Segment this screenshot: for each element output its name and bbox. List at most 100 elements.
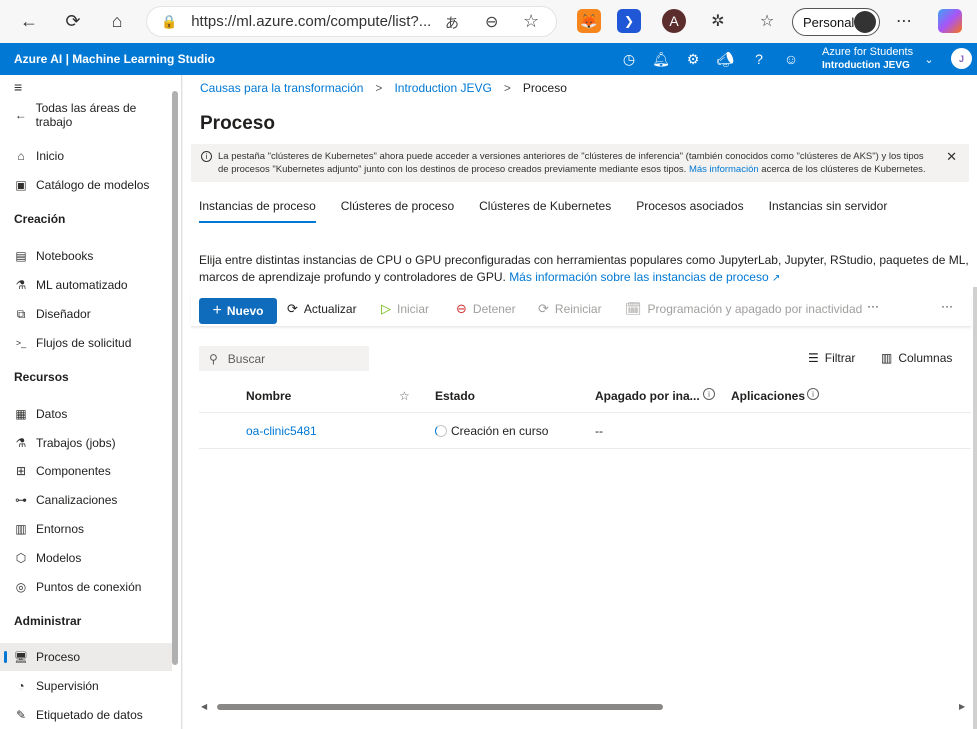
- breadcrumb-item[interactable]: Causas para la transformación: [200, 81, 363, 95]
- sidebar-item-monitoring[interactable]: ◔ Supervisión: [0, 672, 172, 700]
- copilot-icon[interactable]: [938, 9, 962, 33]
- overflow-menu-button[interactable]: ···: [941, 299, 953, 313]
- tab-compute-instances[interactable]: Instancias de proceso: [199, 199, 316, 223]
- refresh-icon: ⟳: [287, 301, 298, 316]
- home-icon[interactable]: ⌂: [102, 6, 132, 36]
- hamburger-menu-icon[interactable]: ≡: [14, 80, 30, 94]
- workspace-name: Introduction JEVG: [822, 60, 910, 71]
- scroll-left-icon[interactable]: ◀: [201, 702, 207, 711]
- back-icon[interactable]: ←: [14, 6, 44, 36]
- section-recursos: Recursos: [14, 370, 69, 384]
- monitoring-gauge-icon: ◔: [17, 679, 25, 693]
- favorite-star-icon[interactable]: ☆: [399, 389, 410, 403]
- smiley-feedback-icon[interactable]: ☺: [782, 50, 800, 68]
- favorite-star-icon[interactable]: ☆: [523, 11, 539, 32]
- flask-icon: ⚗: [15, 278, 27, 292]
- tab-serverless-instances[interactable]: Instancias sin servidor: [769, 199, 888, 223]
- sidebar-item-prompt-flow[interactable]: >_ Flujos de solicitud: [0, 329, 172, 357]
- close-icon[interactable]: ✕: [946, 150, 957, 163]
- browser-more-icon[interactable]: ⋯: [892, 9, 916, 33]
- sidebar-item-data-labeling[interactable]: ✎ Etiquetado de datos: [0, 701, 172, 729]
- settings-gear-icon[interactable]: ⚙: [684, 50, 702, 68]
- start-label: Iniciar: [397, 302, 430, 316]
- url-text: https://ml.azure.com/compute/list?...: [191, 13, 432, 30]
- subscription-selector[interactable]: Azure for Students Introduction JEVG: [822, 45, 913, 73]
- stop-button[interactable]: ⊖ Detener: [456, 301, 516, 317]
- column-header-shutdown[interactable]: Apagado por ina...: [595, 389, 700, 403]
- breadcrumb-item[interactable]: Introduction JEVG: [394, 81, 491, 95]
- restart-label: Reiniciar: [554, 302, 602, 316]
- help-icon[interactable]: ?: [750, 50, 768, 68]
- scrollbar-thumb[interactable]: [217, 704, 663, 710]
- app-title[interactable]: Azure AI | Machine Learning Studio: [14, 52, 215, 66]
- stop-label: Detener: [472, 302, 516, 316]
- new-button[interactable]: + Nuevo: [199, 298, 277, 324]
- user-avatar[interactable]: J: [951, 48, 972, 69]
- tab-compute-clusters[interactable]: Clústeres de proceso: [341, 199, 454, 223]
- loading-spinner-icon: [435, 425, 447, 437]
- columns-label: Columnas: [898, 351, 953, 365]
- profile-button[interactable]: Personal: [792, 8, 880, 36]
- column-header-name[interactable]: Nombre: [246, 389, 291, 403]
- profile-avatar: [854, 11, 876, 33]
- column-header-applications[interactable]: Aplicaciones: [731, 389, 805, 403]
- start-button[interactable]: ▷ Iniciar: [381, 301, 429, 317]
- notifications-bell-icon[interactable]: 🔔︎: [652, 50, 670, 68]
- info-icon[interactable]: i: [703, 388, 715, 400]
- feedback-megaphone-icon[interactable]: 📣︎: [716, 50, 734, 68]
- chevron-down-icon[interactable]: ⌄: [920, 50, 938, 68]
- scroll-right-icon[interactable]: ▶: [959, 702, 965, 711]
- table-header: Nombre ☆ Estado Apagado por ina... i Apl…: [199, 381, 971, 413]
- column-header-status[interactable]: Estado: [435, 389, 475, 403]
- sidebar-item-automl[interactable]: ⚗ ML automatizado: [0, 271, 172, 299]
- address-bar[interactable]: 🔒 https://ml.azure.com/compute/list?... …: [146, 6, 557, 37]
- all-workspaces-link[interactable]: ← Todas las áreas de trabajo: [0, 101, 172, 129]
- reload-icon[interactable]: ⟳: [58, 6, 88, 36]
- sidebar-item-inicio[interactable]: ⌂ Inicio: [0, 142, 172, 170]
- sidebar-item-pipelines[interactable]: ⊶ Canalizaciones: [0, 486, 172, 514]
- restart-button[interactable]: ⟳ Reiniciar: [538, 301, 602, 317]
- vertical-scrollbar[interactable]: [973, 287, 977, 729]
- sidebar-item-models[interactable]: ⬡ Modelos: [0, 544, 172, 572]
- sidebar-item-notebooks[interactable]: ▤ Notebooks: [0, 242, 172, 270]
- sidebar-item-designer[interactable]: ⧉ Diseñador: [0, 300, 172, 328]
- zoom-icon[interactable]: ⊖: [485, 12, 498, 32]
- toolbar-more-button[interactable]: ···: [867, 299, 879, 313]
- sidebar-item-endpoints[interactable]: ◎ Puntos de conexión: [0, 573, 172, 601]
- sidebar-item-label: Catálogo de modelos: [36, 178, 150, 192]
- tab-kubernetes-clusters[interactable]: Clústeres de Kubernetes: [479, 199, 611, 223]
- history-icon[interactable]: ◷: [620, 50, 638, 68]
- command-bar: + Nuevo ⟳ Actualizar ▷ Iniciar ⊖ Detener…: [191, 293, 971, 327]
- models-icon: ⬡: [15, 551, 27, 565]
- learn-more-link[interactable]: Más información sobre las instancias de …: [509, 270, 780, 284]
- extensions-puzzle-icon[interactable]: ✲: [706, 9, 730, 33]
- search-input[interactable]: ⚲ Buscar: [199, 346, 369, 371]
- sidebar-scrollbar[interactable]: [172, 91, 178, 665]
- sidebar-item-compute[interactable]: 🖥 Proceso: [0, 643, 172, 671]
- compute-name-link[interactable]: oa-clinic5481: [246, 424, 317, 438]
- sidebar-item-environments[interactable]: ▥ Entornos: [0, 515, 172, 543]
- sidebar-item-components[interactable]: ⊞ Componentes: [0, 457, 172, 485]
- refresh-button[interactable]: ⟳ Actualizar: [287, 301, 357, 317]
- info-icon[interactable]: i: [807, 388, 819, 400]
- favorites-icon[interactable]: ☆: [755, 9, 779, 33]
- table-row[interactable]: oa-clinic5481 Creación en curso --: [199, 414, 971, 449]
- sidebar-item-jobs[interactable]: ⚗ Trabajos (jobs): [0, 429, 172, 457]
- left-sidebar: ≡ ← Todas las áreas de trabajo ⌂ Inicio …: [0, 75, 182, 729]
- metamask-extension-icon[interactable]: 🦊: [577, 9, 601, 33]
- schedule-button[interactable]: 🗓︎ Programación y apagado por inactivida…: [625, 301, 862, 317]
- sidebar-item-label: Inicio: [36, 149, 65, 163]
- filter-button[interactable]: ☰ Filtrar: [808, 351, 855, 365]
- sidebar-item-model-catalog[interactable]: ▣ Catálogo de modelos: [0, 171, 172, 199]
- read-aloud-icon[interactable]: あ: [445, 13, 459, 33]
- home-icon: ⌂: [17, 149, 25, 163]
- columns-button[interactable]: ▥ Columnas: [881, 351, 952, 365]
- banner-more-info-link[interactable]: Más información: [689, 164, 759, 175]
- compute-tabs: Instancias de proceso Clústeres de proce…: [199, 199, 912, 223]
- tab-attached-compute[interactable]: Procesos asociados: [636, 199, 743, 223]
- horizontal-scrollbar[interactable]: ◀ ▶: [201, 702, 971, 712]
- sidebar-item-label: Canalizaciones: [36, 493, 118, 507]
- sidebar-item-data[interactable]: ▦ Datos: [0, 400, 172, 428]
- power-automate-extension-icon[interactable]: ❯: [617, 9, 641, 33]
- angular-extension-icon[interactable]: A: [662, 9, 686, 33]
